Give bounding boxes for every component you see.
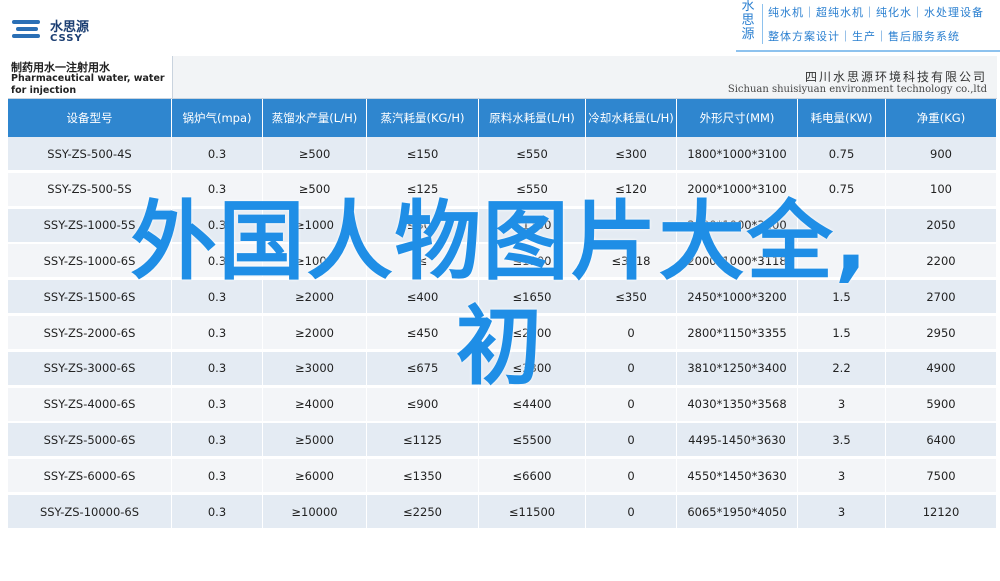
table-cell: ≥500 bbox=[263, 137, 367, 170]
company-name-en: Sichuan shuisiyuan environment technolog… bbox=[727, 84, 987, 95]
column-header: 蒸馏水产量(L/H) bbox=[263, 99, 367, 137]
column-header: 净重(KG) bbox=[916, 111, 966, 125]
brand-solutions-line: 整体方案设计｜生产｜售后服务系统 bbox=[768, 30, 960, 43]
table-cell: 4495-1450*3630 bbox=[677, 423, 798, 457]
table-cell: ≤6600 bbox=[479, 459, 586, 493]
table-cell: ≤550 bbox=[479, 137, 586, 170]
water-waves-icon bbox=[12, 16, 44, 44]
table-row: SSY-ZS-10000-6S 0.3 ≥10000 ≤2250 ≤11500 0 6065… bbox=[8, 495, 996, 530]
table-cell: 0.3 bbox=[172, 495, 263, 528]
table-title: 制药用水一注射用水 Pharmaceutical water, water fo… bbox=[8, 56, 172, 99]
brand-vertical-text: 水思源 bbox=[741, 0, 755, 42]
table-cell: 3.5 bbox=[798, 423, 886, 457]
header-divider bbox=[736, 50, 1000, 52]
table-cell: ≥5000 bbox=[263, 423, 367, 457]
table-cell: 0 bbox=[586, 423, 677, 457]
company-banner: 四川水思源环境科技有限公司 Sichuan shuisiyuan environ… bbox=[172, 56, 997, 99]
table-cell: SSY-ZS-5000-6S bbox=[8, 423, 172, 457]
table-cell: ≤5500 bbox=[479, 423, 586, 457]
table-cell: 6065*1950*4050 bbox=[677, 495, 798, 528]
table-cell: 3 bbox=[798, 495, 886, 528]
table-cell: 0 bbox=[586, 495, 677, 528]
table-cell: 3 bbox=[798, 459, 886, 493]
company-logo[interactable]: 水思源 CSSY bbox=[12, 14, 132, 48]
table-cell: 900 bbox=[930, 146, 952, 161]
logo-text-en: CSSY bbox=[50, 33, 83, 44]
table-cell: SSY-ZS-500-4S bbox=[8, 137, 172, 170]
column-header: 设备型号 bbox=[8, 99, 172, 137]
table-cell: 0.3 bbox=[172, 137, 263, 170]
table-cell: ≤1350 bbox=[367, 459, 479, 493]
table-cell: ≤150 bbox=[367, 137, 479, 170]
column-header: 锅炉气(mpa) bbox=[172, 99, 263, 137]
overlay-line-2: 初 bbox=[456, 297, 544, 397]
table-cell: 0.3 bbox=[172, 459, 263, 493]
brand-services-line: 纯水机｜超纯水机｜纯化水｜水处理设备 bbox=[768, 6, 984, 19]
table-cell: 0.75 bbox=[798, 137, 886, 170]
brand-divider bbox=[762, 4, 763, 44]
table-cell: ≤11500 bbox=[479, 495, 586, 528]
page-header: 水思源 CSSY 水思源 纯水机｜超纯水机｜纯化水｜水处理设备 整体方案设计｜生… bbox=[0, 0, 1000, 56]
table-cell: ≤1125 bbox=[367, 423, 479, 457]
company-name-cn: 四川水思源环境科技有限公司 bbox=[804, 70, 987, 84]
table-cell: 0 bbox=[586, 459, 677, 493]
table-cell: SSY-ZS-10000-6S bbox=[8, 495, 172, 528]
table-cell: 12120 bbox=[922, 504, 960, 519]
table-cell: SSY-ZS-6000-6S bbox=[8, 459, 172, 493]
table-cell: ≤300 bbox=[586, 137, 677, 170]
table-header-row: 设备型号 锅炉气(mpa) 蒸馏水产量(L/H) 蒸汽耗量(KG/H) 原料水耗… bbox=[8, 99, 996, 137]
column-header: 蒸汽耗量(KG/H) bbox=[367, 99, 479, 137]
table-title-en: Pharmaceutical water, water for injectio… bbox=[11, 73, 165, 96]
table-cell: 7500 bbox=[926, 468, 956, 483]
table-row: SSY-ZS-500-4S 0.3 ≥500 ≤150 ≤550 ≤300 1800*100… bbox=[8, 137, 996, 172]
table-cell: ≤2250 bbox=[367, 495, 479, 528]
overlay-line-1: 外国人物图片大全, bbox=[130, 192, 870, 292]
table-cell: ≥6000 bbox=[263, 459, 367, 493]
brand-slogan: 水思源 纯水机｜超纯水机｜纯化水｜水处理设备 整体方案设计｜生产｜售后服务系统 bbox=[736, 0, 998, 52]
table-row: SSY-ZS-6000-6S 0.3 ≥6000 ≤1350 ≤6600 0 4550*14… bbox=[8, 459, 996, 495]
table-cell: 4550*1450*3630 bbox=[677, 459, 798, 493]
table-cell: ≥10000 bbox=[263, 495, 367, 528]
column-header: 冷却水耗量(L/H) bbox=[586, 99, 677, 137]
column-header: 耗电量(KW) bbox=[798, 99, 886, 137]
table-row: SSY-ZS-5000-6S 0.3 ≥5000 ≤1125 ≤5500 0 4495-14… bbox=[8, 423, 996, 459]
column-header: 原料水耗量(L/H) bbox=[479, 99, 586, 137]
watermark-overlay: 外国人物图片大全, 初 bbox=[0, 190, 1000, 400]
column-header: 外形尺寸(MM) bbox=[677, 99, 798, 137]
table-cell: 0.3 bbox=[172, 423, 263, 457]
table-cell: 6400 bbox=[926, 432, 956, 447]
table-cell: 1800*1000*3100 bbox=[677, 137, 798, 170]
